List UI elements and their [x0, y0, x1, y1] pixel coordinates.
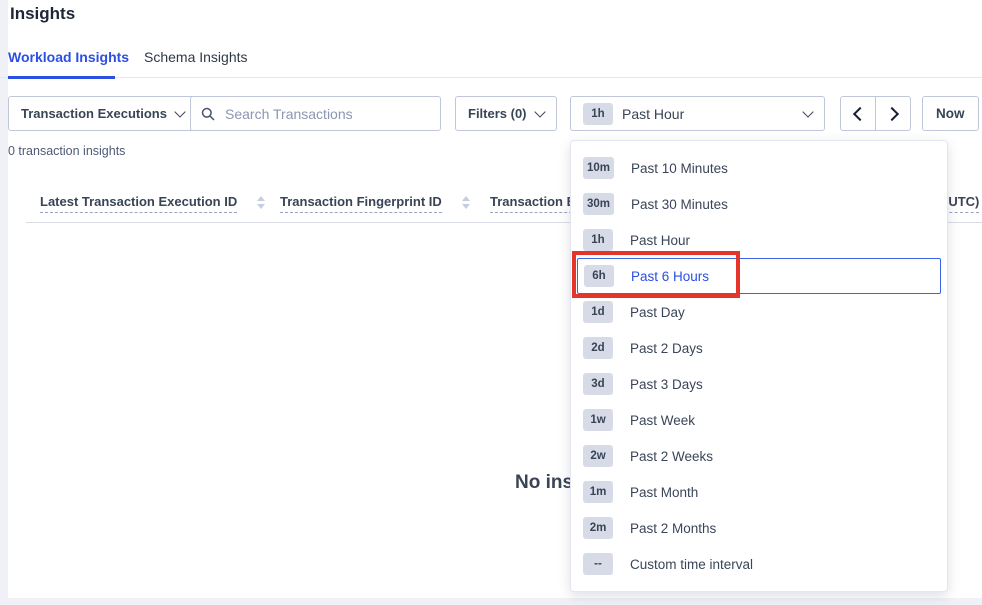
chevron-right-icon [884, 106, 898, 120]
duration-badge: 1h [583, 229, 613, 251]
time-option-3d[interactable]: 3d Past 3 Days [571, 366, 947, 402]
insights-page: Insights Workload Insights Schema Insigh… [0, 0, 982, 605]
time-option-custom[interactable]: -- Custom time interval [571, 546, 947, 582]
time-option-label: Past 3 Days [630, 377, 703, 392]
filters-button[interactable]: Filters (0) [455, 96, 557, 131]
search-icon [201, 107, 215, 121]
now-button[interactable]: Now [922, 96, 979, 131]
column-header-start-time-utc[interactable]: (UTC) [944, 194, 979, 213]
column-header-transaction-execution[interactable]: Transaction Ex [490, 194, 582, 213]
duration-badge: 2d [583, 337, 613, 359]
tabs-divider [0, 77, 982, 78]
time-option-6h[interactable]: 6h Past 6 Hours [577, 258, 941, 294]
duration-badge: 1w [583, 409, 613, 431]
duration-badge: 30m [583, 193, 614, 215]
duration-badge: -- [583, 553, 613, 575]
time-option-2d[interactable]: 2d Past 2 Days [571, 330, 947, 366]
previous-interval-button[interactable] [841, 97, 875, 130]
transaction-type-label: Transaction Executions [21, 106, 167, 121]
active-tab-underline [8, 76, 115, 79]
time-option-1d[interactable]: 1d Past Day [571, 294, 947, 330]
chevron-down-icon [534, 106, 545, 117]
column-label: Transaction Ex [490, 194, 582, 213]
time-option-10m[interactable]: 10m Past 10 Minutes [571, 150, 947, 186]
duration-badge: 2w [583, 445, 613, 467]
chevron-left-icon [852, 106, 866, 120]
time-option-2m[interactable]: 2m Past 2 Months [571, 510, 947, 546]
time-interval-dropdown: 10m Past 10 Minutes 30m Past 30 Minutes 1h Pa… [570, 140, 948, 592]
time-interval-label: Past Hour [622, 106, 684, 122]
search-input[interactable] [223, 105, 430, 123]
sort-icon [257, 196, 265, 209]
next-interval-button[interactable] [875, 97, 910, 130]
time-option-1m[interactable]: 1m Past Month [571, 474, 947, 510]
time-option-30m[interactable]: 30m Past 30 Minutes [571, 186, 947, 222]
duration-badge: 10m [583, 157, 614, 179]
column-header-transaction-fingerprint-id[interactable]: Transaction Fingerprint ID [280, 194, 470, 213]
tab-workload-insights[interactable]: Workload Insights [8, 49, 129, 65]
column-label: Latest Transaction Execution ID [40, 194, 237, 213]
time-option-label: Past 10 Minutes [631, 161, 728, 176]
time-option-label: Past Hour [630, 233, 690, 248]
time-interval-trigger[interactable]: 1h Past Hour [570, 96, 825, 131]
column-label: (UTC) [944, 194, 979, 213]
page-title: Insights [10, 4, 75, 24]
duration-badge: 1m [583, 481, 613, 503]
time-option-label: Past Day [630, 305, 685, 320]
chevron-down-icon [802, 106, 813, 117]
now-label: Now [936, 106, 965, 121]
column-header-latest-transaction-execution-id[interactable]: Latest Transaction Execution ID [40, 194, 265, 213]
insights-count: 0 transaction insights [8, 144, 125, 158]
time-option-label: Custom time interval [630, 557, 753, 572]
filters-label: Filters (0) [468, 106, 527, 121]
sort-icon [462, 196, 470, 209]
time-option-label: Past 2 Months [630, 521, 716, 536]
tab-schema-insights[interactable]: Schema Insights [144, 49, 248, 65]
time-option-label: Past Week [630, 413, 695, 428]
time-option-label: Past 30 Minutes [631, 197, 728, 212]
time-option-label: Past 2 Days [630, 341, 703, 356]
duration-badge: 6h [584, 265, 614, 287]
time-option-1h[interactable]: 1h Past Hour [571, 222, 947, 258]
time-option-2w[interactable]: 2w Past 2 Weeks [571, 438, 947, 474]
duration-badge: 2m [583, 517, 613, 539]
time-interval-badge: 1h [583, 103, 613, 125]
search-box[interactable] [190, 96, 441, 131]
time-option-label: Past Month [630, 485, 698, 500]
transaction-type-select[interactable]: Transaction Executions [8, 96, 197, 131]
duration-badge: 3d [583, 373, 613, 395]
time-step-buttons [840, 96, 911, 131]
time-option-1w[interactable]: 1w Past Week [571, 402, 947, 438]
column-label: Transaction Fingerprint ID [280, 194, 442, 213]
chevron-down-icon [174, 106, 185, 117]
time-option-label: Past 2 Weeks [630, 449, 713, 464]
duration-badge: 1d [583, 301, 613, 323]
time-option-label: Past 6 Hours [631, 269, 709, 284]
